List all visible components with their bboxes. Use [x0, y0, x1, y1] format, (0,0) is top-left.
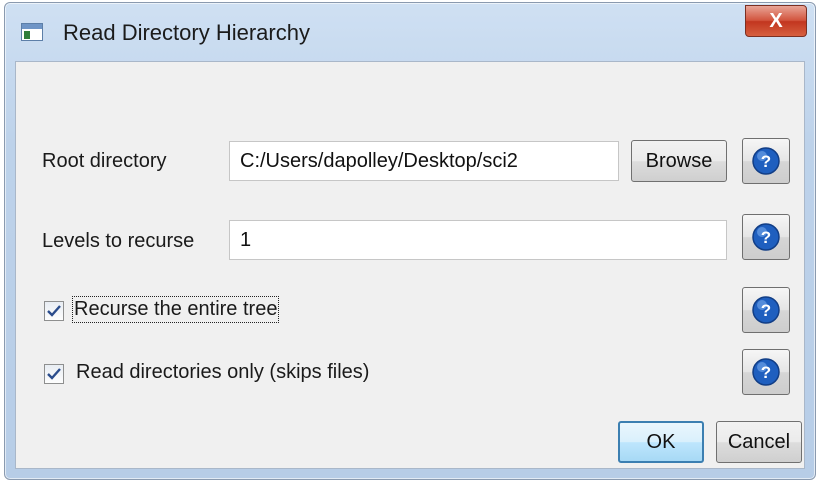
dirs-only-checkbox[interactable] [44, 364, 64, 384]
recurse-tree-help-button[interactable]: ? [742, 287, 790, 333]
cancel-button[interactable]: Cancel [716, 421, 802, 463]
help-icon: ? [752, 223, 780, 251]
levels-to-recurse-input[interactable]: 1 [229, 220, 727, 260]
levels-help-button[interactable]: ? [742, 214, 790, 260]
app-window-icon [21, 23, 43, 41]
close-button[interactable]: X [745, 5, 807, 37]
dirs-only-help-button[interactable]: ? [742, 349, 790, 395]
root-directory-help-button[interactable]: ? [742, 138, 790, 184]
root-directory-input[interactable]: C:/Users/dapolley/Desktop/sci2 [229, 141, 619, 181]
help-icon: ? [752, 358, 780, 386]
ok-button[interactable]: OK [618, 421, 704, 463]
window-title: Read Directory Hierarchy [63, 20, 310, 45]
recurse-tree-label[interactable]: Recurse the entire tree [71, 296, 280, 323]
svg-text:?: ? [761, 152, 771, 171]
dialog-window: Read Directory Hierarchy X Root director… [4, 2, 816, 480]
checkmark-icon [47, 368, 61, 380]
browse-button[interactable]: Browse [631, 140, 727, 182]
dirs-only-label[interactable]: Read directories only (skips files) [76, 361, 369, 384]
svg-text:?: ? [761, 301, 771, 320]
levels-to-recurse-label: Levels to recurse [42, 230, 195, 252]
help-icon: ? [752, 296, 780, 324]
svg-text:?: ? [761, 363, 771, 382]
svg-text:?: ? [761, 228, 771, 247]
title-bar[interactable]: Read Directory Hierarchy X [5, 3, 815, 61]
root-directory-label: Root directory [42, 150, 167, 172]
recurse-tree-checkbox[interactable] [44, 301, 64, 321]
checkmark-icon [47, 305, 61, 317]
help-icon: ? [752, 147, 780, 175]
dialog-body: Root directory C:/Users/dapolley/Desktop… [15, 61, 805, 469]
